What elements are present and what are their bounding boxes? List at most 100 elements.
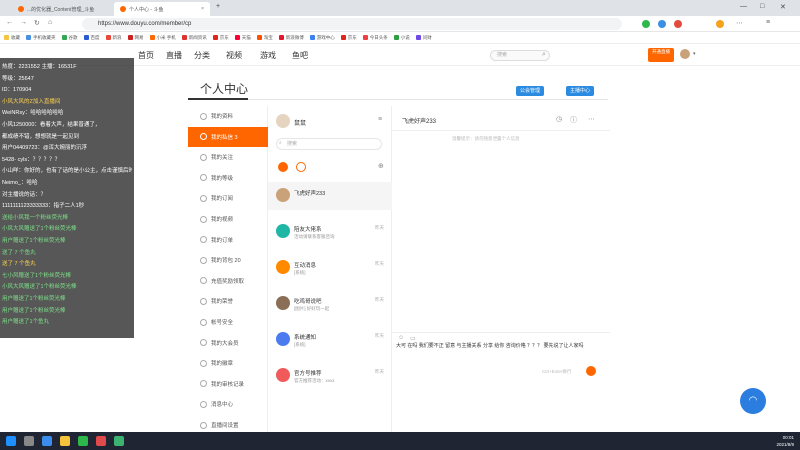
chevron-down-icon[interactable]: ▾ — [693, 51, 696, 57]
browser-tab-2[interactable]: 个人中心 - 斗鱼 × — [114, 2, 210, 16]
browser-app-icon[interactable] — [78, 436, 88, 446]
conversation-item[interactable]: 飞虎好声233 — [268, 182, 392, 210]
folder-icon[interactable] — [60, 436, 70, 446]
clock-time: 00:01 — [782, 435, 794, 440]
sidebar-item[interactable]: 我的私信 3 — [188, 126, 268, 147]
sidebar-item[interactable]: 充值奖励领取 — [188, 271, 268, 291]
nav-fishbar[interactable]: 鱼吧 — [292, 50, 308, 61]
danmaku-line: 小风大风赠送了1个粉丝荧光棒 — [2, 284, 77, 291]
bookmark-item[interactable]: 手机收藏夹 — [26, 35, 56, 41]
user-avatar[interactable] — [680, 49, 690, 59]
sidebar-item[interactable]: 我的订阅 — [188, 188, 268, 208]
bookmark-item[interactable]: 今日头条 — [362, 35, 388, 41]
edge-icon[interactable] — [42, 436, 52, 446]
bookmark-item[interactable]: 小米 手机 — [149, 35, 176, 41]
open-live-button[interactable]: 开通直播 — [648, 48, 674, 62]
conversation-item[interactable]: 官方号推荐 官方推荐活动：xxxx 昨天 — [268, 362, 392, 390]
send-button[interactable] — [586, 366, 596, 376]
settings-icon[interactable]: ⋯ — [736, 19, 743, 27]
extension-icon[interactable] — [658, 20, 666, 28]
user-icon[interactable] — [716, 20, 724, 28]
wechat-icon[interactable] — [114, 436, 124, 446]
site-icon — [340, 35, 346, 40]
minimize-icon[interactable]: — — [740, 3, 747, 10]
more-icon[interactable]: ⋯ — [588, 115, 595, 123]
menu-icon[interactable]: ≡ — [766, 19, 770, 26]
nav-category[interactable]: 分类 — [194, 50, 210, 61]
info-icon[interactable]: ⓘ — [570, 115, 577, 125]
conversation-search-input[interactable]: 搜索 — [276, 138, 382, 150]
nav-games[interactable]: 游戏 — [260, 50, 276, 61]
browser-tab-1[interactable]: ...的优化器_Content管理_斗鱼 — [12, 2, 112, 16]
search-icon[interactable] — [24, 436, 34, 446]
forward-icon[interactable]: → — [20, 19, 27, 26]
guild-manage-button[interactable]: 公会管理 — [516, 86, 545, 96]
conversation-item[interactable]: 互动消息 [系统] 昨天 — [268, 254, 392, 282]
windows-start-icon[interactable] — [6, 436, 16, 446]
app-icon[interactable] — [96, 436, 106, 446]
nav-live[interactable]: 直播 — [166, 50, 182, 61]
bookmark-item[interactable]: 问财 — [415, 35, 432, 41]
sidebar-item-icon — [200, 112, 207, 120]
nav-home[interactable]: 首页 — [138, 50, 154, 61]
sidebar-item[interactable]: 我的徽章 — [188, 353, 268, 373]
bookmark-item[interactable]: 网易 — [127, 35, 144, 41]
feedback-fab-icon[interactable]: ◠ — [740, 388, 766, 414]
back-icon[interactable]: ← — [6, 19, 13, 26]
danmaku-line: 七小风赠送了1个粉丝荧光棒 — [2, 272, 72, 279]
danmaku-line: 1111111123333333：指子二人1秒 — [2, 203, 85, 210]
menu-icon[interactable]: ≡ — [378, 116, 382, 123]
sidebar-item[interactable]: 我的等级 — [188, 168, 268, 188]
bookmark-item[interactable]: 百度 — [83, 35, 100, 41]
bookmark-item[interactable]: 天猫 — [234, 35, 251, 41]
streamer-center-button[interactable]: 主播中心 — [566, 86, 595, 96]
sidebar-item[interactable]: 我的关注 — [188, 147, 268, 167]
add-icon[interactable]: ⊕ — [378, 162, 384, 170]
message-input[interactable]: 大可 在吗 我们要不正 留意 与主播关系 分享 给你 咨询价格 ？？？ 要先说了… — [396, 343, 606, 350]
sidebar-item-label: 我的订阅 — [211, 196, 234, 203]
extension-icon[interactable] — [674, 20, 682, 28]
maximize-icon[interactable]: □ — [760, 3, 764, 10]
emoji-icon[interactable]: ☺ — [398, 335, 404, 341]
bookmark-item[interactable]: 淘宝 — [256, 35, 273, 41]
image-icon[interactable]: ▭ — [410, 335, 416, 342]
bookmark-item[interactable]: 谷歌 — [61, 35, 78, 41]
new-tab-icon[interactable]: + — [216, 3, 220, 10]
search-icon[interactable]: ⌕ — [542, 51, 546, 59]
site-search-input[interactable]: 搜索 — [490, 50, 550, 61]
sidebar-item[interactable]: 我的视频 — [188, 209, 268, 229]
refresh-icon[interactable]: ↻ — [34, 19, 40, 27]
clock-icon[interactable]: ◷ — [556, 115, 562, 123]
sidebar-item[interactable]: 我的审核记录 — [188, 374, 268, 394]
conversation-item[interactable]: 陪友大佬系 活动请联系客服咨询 昨天 — [268, 218, 392, 246]
conversation-avatar — [276, 332, 290, 346]
bookmark-item[interactable]: 新浪微博 — [278, 35, 304, 41]
close-tab-icon[interactable]: × — [201, 6, 204, 12]
sidebar-item[interactable]: 帐号安全 — [188, 312, 268, 332]
conversation-item[interactable]: 吃鸡哥说吧 [图片] 好好玩一起 昨天 — [268, 290, 392, 318]
bookmark-item[interactable]: 新闻资讯 — [181, 35, 207, 41]
notification-icon[interactable] — [296, 162, 306, 172]
conversation-time: 昨天 — [375, 369, 384, 374]
sidebar-item[interactable]: 我的背包 20 — [188, 250, 268, 270]
bookmark-item[interactable]: 京东 — [340, 35, 357, 41]
bookmark-item[interactable]: 游戏中心 — [309, 35, 335, 41]
url-input[interactable]: https://www.douyu.com/member/cp — [82, 18, 622, 30]
bookmark-item[interactable]: 京东 — [212, 35, 229, 41]
bookmark-item[interactable]: 收藏 — [4, 35, 20, 41]
sidebar-item[interactable]: 我的资料 — [188, 106, 268, 126]
nav-video[interactable]: 视频 — [226, 50, 242, 61]
chat-bubble-icon[interactable] — [278, 162, 288, 172]
conversation-item[interactable]: 系统通知 [系统] 昨天 — [268, 326, 392, 354]
bookmark-item[interactable]: 小说 — [393, 35, 410, 41]
extension-icon[interactable] — [642, 20, 650, 28]
system-clock[interactable]: 00:01 2021/8/9 — [776, 434, 794, 448]
danmaku-line: 用户赠送了1个粉丝荧光棒 — [2, 296, 66, 302]
sidebar-item[interactable]: 我的荣誉 — [188, 291, 268, 311]
close-window-icon[interactable]: ✕ — [780, 3, 786, 11]
sidebar-item[interactable]: 消息中心 — [188, 394, 268, 414]
sidebar-item[interactable]: 我的订单 — [188, 230, 268, 250]
sidebar-item[interactable]: 我的大会员 — [188, 333, 268, 353]
bookmark-item[interactable]: 新浪 — [105, 35, 122, 41]
home-icon[interactable]: ⌂ — [48, 19, 52, 26]
